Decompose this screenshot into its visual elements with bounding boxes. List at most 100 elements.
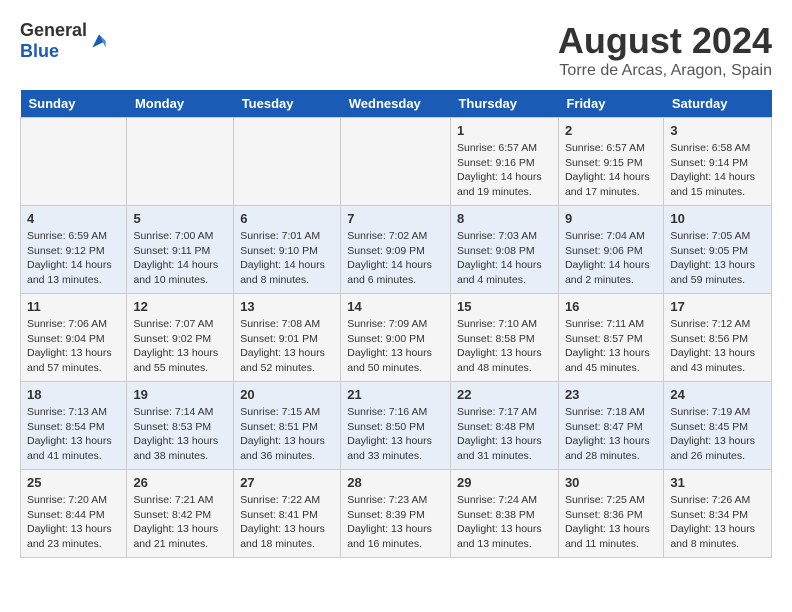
day-number: 28 [347,475,444,490]
day-number: 18 [27,387,120,402]
day-info: Sunrise: 6:57 AM Sunset: 9:15 PM Dayligh… [565,141,657,200]
day-info: Sunrise: 7:09 AM Sunset: 9:00 PM Dayligh… [347,317,444,376]
calendar-cell: 9 Sunrise: 7:04 AM Sunset: 9:06 PM Daylig… [558,206,663,294]
weekday-header: Wednesday [341,90,451,118]
weekday-header: Saturday [664,90,772,118]
day-number: 15 [457,299,552,314]
day-number: 19 [133,387,227,402]
day-number: 9 [565,211,657,226]
calendar-cell: 6 Sunrise: 7:01 AM Sunset: 9:10 PM Daylig… [234,206,341,294]
day-info: Sunrise: 6:57 AM Sunset: 9:16 PM Dayligh… [457,141,552,200]
day-number: 4 [27,211,120,226]
day-number: 21 [347,387,444,402]
day-number: 17 [670,299,765,314]
day-number: 5 [133,211,227,226]
day-number: 16 [565,299,657,314]
calendar-cell [127,118,234,206]
calendar-week-row: 25 Sunrise: 7:20 AM Sunset: 8:44 PM Dayli… [21,470,772,558]
logo-general: General [20,20,87,41]
day-number: 14 [347,299,444,314]
day-number: 20 [240,387,334,402]
day-number: 13 [240,299,334,314]
location: Torre de Arcas, Aragon, Spain [558,62,772,80]
page-header: General Blue August 2024 Torre de Arcas,… [20,20,772,80]
day-info: Sunrise: 7:15 AM Sunset: 8:51 PM Dayligh… [240,405,334,464]
day-info: Sunrise: 7:08 AM Sunset: 9:01 PM Dayligh… [240,317,334,376]
day-info: Sunrise: 7:14 AM Sunset: 8:53 PM Dayligh… [133,405,227,464]
day-info: Sunrise: 7:25 AM Sunset: 8:36 PM Dayligh… [565,493,657,552]
calendar-week-row: 4 Sunrise: 6:59 AM Sunset: 9:12 PM Daylig… [21,206,772,294]
day-number: 11 [27,299,120,314]
day-number: 1 [457,123,552,138]
day-info: Sunrise: 7:02 AM Sunset: 9:09 PM Dayligh… [347,229,444,288]
calendar-cell: 18 Sunrise: 7:13 AM Sunset: 8:54 PM Dayli… [21,382,127,470]
calendar-cell: 10 Sunrise: 7:05 AM Sunset: 9:05 PM Dayli… [664,206,772,294]
calendar-cell: 20 Sunrise: 7:15 AM Sunset: 8:51 PM Dayli… [234,382,341,470]
calendar-cell: 4 Sunrise: 6:59 AM Sunset: 9:12 PM Daylig… [21,206,127,294]
day-info: Sunrise: 6:58 AM Sunset: 9:14 PM Dayligh… [670,141,765,200]
calendar-cell: 11Sunrise: 7:06 AM Sunset: 9:04 PM Dayli… [21,294,127,382]
day-number: 31 [670,475,765,490]
day-info: Sunrise: 7:21 AM Sunset: 8:42 PM Dayligh… [133,493,227,552]
calendar-cell: 17Sunrise: 7:12 AM Sunset: 8:56 PM Dayli… [664,294,772,382]
day-number: 7 [347,211,444,226]
day-info: Sunrise: 7:05 AM Sunset: 9:05 PM Dayligh… [670,229,765,288]
day-info: Sunrise: 6:59 AM Sunset: 9:12 PM Dayligh… [27,229,120,288]
calendar-cell: 22Sunrise: 7:17 AM Sunset: 8:48 PM Dayli… [450,382,558,470]
day-info: Sunrise: 7:04 AM Sunset: 9:06 PM Dayligh… [565,229,657,288]
calendar-cell: 23 Sunrise: 7:18 AM Sunset: 8:47 PM Dayli… [558,382,663,470]
day-info: Sunrise: 7:10 AM Sunset: 8:58 PM Dayligh… [457,317,552,376]
weekday-header: Tuesday [234,90,341,118]
calendar-cell: 13 Sunrise: 7:08 AM Sunset: 9:01 PM Dayli… [234,294,341,382]
calendar-cell: 24 Sunrise: 7:19 AM Sunset: 8:45 PM Dayli… [664,382,772,470]
day-info: Sunrise: 7:13 AM Sunset: 8:54 PM Dayligh… [27,405,120,464]
calendar-cell [21,118,127,206]
weekday-header: Friday [558,90,663,118]
calendar-cell: 14 Sunrise: 7:09 AM Sunset: 9:00 PM Dayli… [341,294,451,382]
day-info: Sunrise: 7:24 AM Sunset: 8:38 PM Dayligh… [457,493,552,552]
day-info: Sunrise: 7:18 AM Sunset: 8:47 PM Dayligh… [565,405,657,464]
day-info: Sunrise: 7:11 AM Sunset: 8:57 PM Dayligh… [565,317,657,376]
calendar-cell: 31 Sunrise: 7:26 AM Sunset: 8:34 PM Dayli… [664,470,772,558]
day-number: 8 [457,211,552,226]
day-number: 2 [565,123,657,138]
weekday-header: Sunday [21,90,127,118]
day-number: 24 [670,387,765,402]
day-number: 29 [457,475,552,490]
calendar-cell: 7 Sunrise: 7:02 AM Sunset: 9:09 PM Daylig… [341,206,451,294]
day-number: 27 [240,475,334,490]
calendar-cell: 28 Sunrise: 7:23 AM Sunset: 8:39 PM Dayli… [341,470,451,558]
calendar-cell: 16 Sunrise: 7:11 AM Sunset: 8:57 PM Dayli… [558,294,663,382]
day-info: Sunrise: 7:17 AM Sunset: 8:48 PM Dayligh… [457,405,552,464]
calendar-table: SundayMondayTuesdayWednesdayThursdayFrid… [20,90,772,558]
calendar-cell: 21 Sunrise: 7:16 AM Sunset: 8:50 PM Dayli… [341,382,451,470]
day-number: 6 [240,211,334,226]
calendar-week-row: 1 Sunrise: 6:57 AM Sunset: 9:16 PM Daylig… [21,118,772,206]
day-info: Sunrise: 7:00 AM Sunset: 9:11 PM Dayligh… [133,229,227,288]
day-info: Sunrise: 7:19 AM Sunset: 8:45 PM Dayligh… [670,405,765,464]
day-number: 10 [670,211,765,226]
day-number: 12 [133,299,227,314]
calendar-cell: 25 Sunrise: 7:20 AM Sunset: 8:44 PM Dayli… [21,470,127,558]
day-number: 25 [27,475,120,490]
logo-blue: Blue [20,41,87,62]
calendar-week-row: 18 Sunrise: 7:13 AM Sunset: 8:54 PM Dayli… [21,382,772,470]
calendar-cell [234,118,341,206]
calendar-cell: 1 Sunrise: 6:57 AM Sunset: 9:16 PM Daylig… [450,118,558,206]
day-info: Sunrise: 7:22 AM Sunset: 8:41 PM Dayligh… [240,493,334,552]
weekday-header: Thursday [450,90,558,118]
calendar-cell: 15 Sunrise: 7:10 AM Sunset: 8:58 PM Dayli… [450,294,558,382]
day-info: Sunrise: 7:16 AM Sunset: 8:50 PM Dayligh… [347,405,444,464]
day-info: Sunrise: 7:20 AM Sunset: 8:44 PM Dayligh… [27,493,120,552]
day-info: Sunrise: 7:01 AM Sunset: 9:10 PM Dayligh… [240,229,334,288]
weekday-header: Monday [127,90,234,118]
day-info: Sunrise: 7:07 AM Sunset: 9:02 PM Dayligh… [133,317,227,376]
day-number: 23 [565,387,657,402]
day-number: 26 [133,475,227,490]
calendar-week-row: 11Sunrise: 7:06 AM Sunset: 9:04 PM Dayli… [21,294,772,382]
day-info: Sunrise: 7:23 AM Sunset: 8:39 PM Dayligh… [347,493,444,552]
day-number: 3 [670,123,765,138]
calendar-cell: 8Sunrise: 7:03 AM Sunset: 9:08 PM Daylig… [450,206,558,294]
month-title: August 2024 [558,20,772,62]
day-info: Sunrise: 7:26 AM Sunset: 8:34 PM Dayligh… [670,493,765,552]
